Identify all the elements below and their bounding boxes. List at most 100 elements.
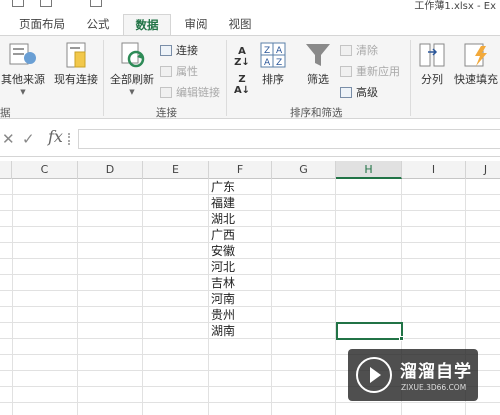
chevron-down-icon: ▼ bbox=[20, 88, 26, 96]
sort-za-icon: Z A↓ bbox=[233, 74, 251, 96]
column-header-c[interactable]: C bbox=[12, 161, 78, 179]
tab-view[interactable]: 视图 bbox=[220, 14, 260, 36]
quick-access-redo-icon[interactable] bbox=[40, 0, 52, 7]
cell-f5[interactable]: 安徽 bbox=[210, 243, 272, 259]
properties-label: 属性 bbox=[176, 65, 198, 78]
connections-label: 连接 bbox=[176, 44, 198, 57]
column-header-b-edge[interactable] bbox=[0, 161, 12, 179]
connections-button[interactable]: 连接 bbox=[160, 44, 198, 58]
formula-bar-splitter[interactable] bbox=[68, 133, 70, 145]
sort-az-button[interactable]: A Z↓ bbox=[232, 46, 252, 68]
filter-funnel-icon bbox=[303, 42, 333, 68]
properties-button[interactable]: 属性 bbox=[160, 65, 198, 79]
play-icon bbox=[370, 367, 381, 383]
title-bar: 工作薄1.xlsx - Ex bbox=[0, 0, 500, 12]
refresh-all-button[interactable]: 全部刷新 ▼ bbox=[107, 42, 157, 96]
group-label-connections: 连接 bbox=[156, 107, 177, 119]
cancel-icon[interactable]: ✕ bbox=[2, 130, 15, 148]
quick-access-undo-icon[interactable] bbox=[12, 0, 24, 7]
svg-text:A: A bbox=[276, 46, 283, 56]
tab-page-layout[interactable]: 页面布局 bbox=[10, 14, 74, 36]
filter-button[interactable]: 筛选 bbox=[300, 42, 336, 87]
gridline bbox=[335, 179, 336, 415]
quick-access-customize-icon[interactable] bbox=[90, 0, 102, 7]
column-header-d[interactable]: D bbox=[78, 161, 143, 179]
watermark-badge: 溜溜自学 ZIXUE.3D66.COM bbox=[348, 349, 478, 401]
cell-f3[interactable]: 湖北 bbox=[210, 211, 272, 227]
svg-text:A: A bbox=[264, 58, 271, 68]
ribbon-tabs: 页面布局 公式 数据 审阅 视图 bbox=[0, 10, 500, 36]
other-sources-icon bbox=[8, 42, 38, 68]
flash-fill-label: 快速填充 bbox=[454, 73, 498, 86]
clear-button[interactable]: 清除 bbox=[340, 44, 378, 58]
reapply-label: 重新应用 bbox=[356, 65, 400, 78]
column-header-g[interactable]: G bbox=[272, 161, 336, 179]
enter-check-icon[interactable]: ✓ bbox=[22, 130, 35, 148]
other-sources-button[interactable]: 其他来源 ▼ bbox=[0, 42, 46, 96]
column-header-i[interactable]: I bbox=[402, 161, 466, 179]
sort-az-icon: A Z↓ bbox=[234, 46, 250, 68]
group-label-get-data: 据 bbox=[0, 107, 11, 119]
clear-filter-icon bbox=[340, 45, 352, 56]
cell-f4[interactable]: 广西 bbox=[210, 227, 272, 243]
refresh-icon bbox=[117, 42, 147, 68]
reapply-icon bbox=[340, 66, 352, 77]
cell-f9[interactable]: 贵州 bbox=[210, 307, 272, 323]
chevron-down-icon: ▼ bbox=[129, 88, 135, 96]
cell-f1[interactable]: 广东 bbox=[210, 179, 272, 195]
gridline bbox=[142, 179, 143, 415]
active-cell-h10[interactable] bbox=[336, 322, 403, 340]
cell-f6[interactable]: 河北 bbox=[210, 259, 272, 275]
watermark-name: 溜溜自学 bbox=[400, 362, 472, 382]
column-header-e[interactable]: E bbox=[143, 161, 209, 179]
flash-fill-button[interactable]: 快速填充 bbox=[452, 42, 500, 87]
existing-connections-button[interactable]: 现有连接 bbox=[52, 42, 100, 87]
group-separator bbox=[226, 40, 227, 116]
text-to-columns-label: 分列 bbox=[421, 73, 443, 86]
advanced-filter-icon bbox=[340, 87, 352, 98]
gridline bbox=[12, 179, 13, 415]
tab-review[interactable]: 审阅 bbox=[176, 14, 216, 36]
insert-function-button[interactable]: fx bbox=[48, 127, 63, 146]
ribbon: 其他来源 ▼ 现有连接 据 全部刷新 ▼ 连接 属性 编辑链接 连接 A Z↓ … bbox=[0, 35, 500, 119]
group-separator bbox=[103, 40, 104, 116]
cell-f10[interactable]: 湖南 bbox=[210, 323, 272, 339]
column-headers: C D E F G H I J bbox=[0, 161, 500, 179]
advanced-button[interactable]: 高级 bbox=[340, 86, 378, 100]
group-separator bbox=[410, 40, 411, 116]
flash-fill-icon bbox=[461, 42, 491, 68]
edit-links-icon bbox=[160, 87, 172, 98]
tab-data[interactable]: 数据 bbox=[123, 14, 171, 36]
clear-label: 清除 bbox=[356, 44, 378, 57]
cell-f8[interactable]: 河南 bbox=[210, 291, 272, 307]
edit-links-label: 编辑链接 bbox=[176, 86, 220, 99]
gridline bbox=[77, 179, 78, 415]
text-to-columns-button[interactable]: 分列 bbox=[414, 42, 450, 87]
column-header-f[interactable]: F bbox=[209, 161, 272, 179]
watermark-url: ZIXUE.3D66.COM bbox=[401, 383, 467, 392]
svg-text:Z: Z bbox=[276, 58, 282, 68]
cell-f7[interactable]: 吉林 bbox=[210, 275, 272, 291]
column-header-j[interactable]: J bbox=[466, 161, 500, 179]
edit-links-button[interactable]: 编辑链接 bbox=[160, 86, 220, 100]
fill-handle[interactable] bbox=[399, 336, 404, 341]
svg-text:Z: Z bbox=[264, 46, 270, 56]
group-label-sort-filter: 排序和筛选 bbox=[290, 107, 343, 119]
sort-label: 排序 bbox=[262, 73, 284, 86]
cell-f2[interactable]: 福建 bbox=[210, 195, 272, 211]
reapply-button[interactable]: 重新应用 bbox=[340, 65, 400, 79]
existing-connections-label: 现有连接 bbox=[54, 73, 98, 86]
filter-label: 筛选 bbox=[307, 73, 329, 86]
sort-za-button[interactable]: Z A↓ bbox=[232, 74, 252, 96]
column-header-h[interactable]: H bbox=[336, 161, 402, 179]
refresh-all-label: 全部刷新 bbox=[110, 73, 154, 86]
existing-connections-icon bbox=[61, 42, 91, 68]
sort-icon: Z A A Z bbox=[258, 42, 288, 68]
formula-input[interactable] bbox=[78, 129, 500, 149]
tab-formulas[interactable]: 公式 bbox=[78, 14, 118, 36]
sort-button[interactable]: Z A A Z 排序 bbox=[256, 42, 290, 87]
connections-icon bbox=[160, 45, 172, 56]
other-sources-label: 其他来源 bbox=[1, 73, 45, 86]
advanced-label: 高级 bbox=[356, 86, 378, 99]
gridline bbox=[208, 179, 209, 415]
